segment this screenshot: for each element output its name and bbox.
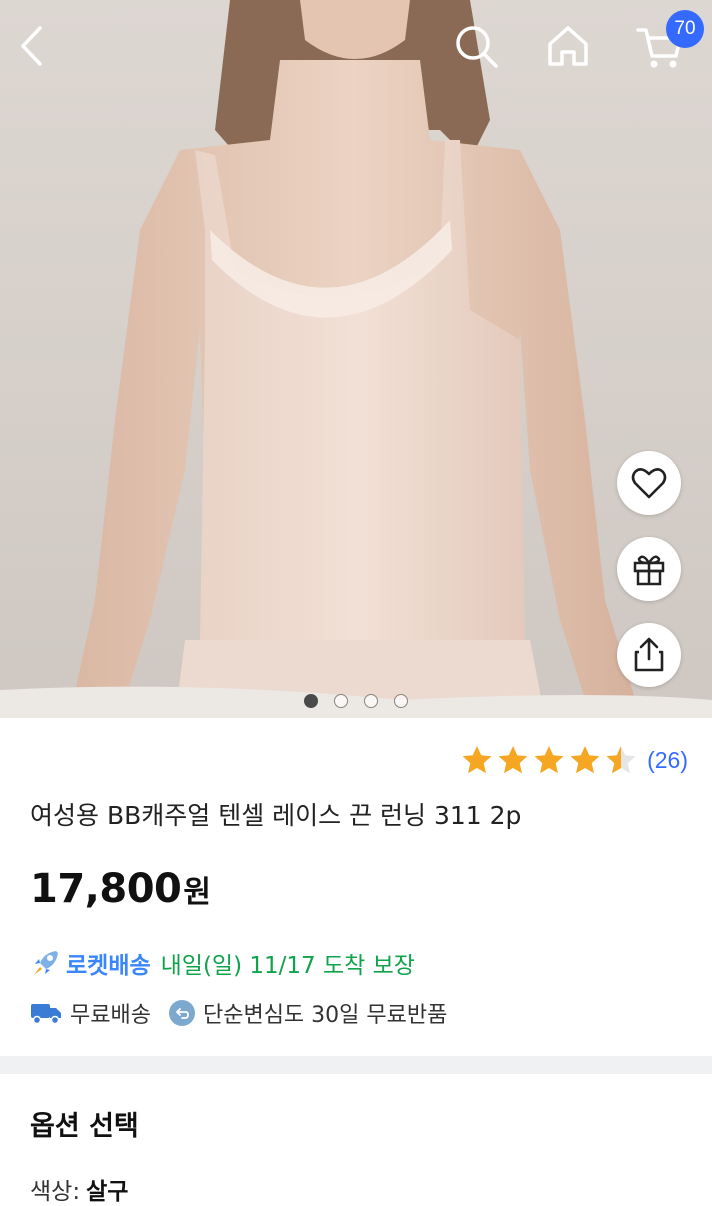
share-icon	[634, 637, 664, 672]
carousel-dot[interactable]	[334, 694, 348, 708]
rocket-delivery-label: 로켓배송	[66, 953, 151, 979]
section-divider	[0, 1056, 712, 1074]
rocket-icon	[34, 951, 58, 975]
option-section: 옵션 선택 색상: 살구	[0, 1074, 712, 1205]
star-full-icon	[570, 746, 600, 774]
truck-icon	[31, 1004, 61, 1025]
gift-button[interactable]	[617, 537, 681, 601]
delivery-eta: 내일(일) 11/17 도착 보장	[160, 953, 415, 979]
product-photo	[0, 0, 712, 718]
rating-summary[interactable]: (26)	[461, 744, 688, 776]
color-option-value: 살구	[86, 1179, 129, 1205]
back-icon[interactable]	[6, 18, 62, 74]
price-unit: 원	[183, 875, 211, 910]
carousel-dot[interactable]	[394, 694, 408, 708]
color-option[interactable]: 색상: 살구	[30, 1172, 128, 1206]
share-button[interactable]	[617, 623, 681, 687]
carousel-indicator	[0, 694, 712, 710]
product-info: (26) 여성용 BB캐주얼 텐셀 레이스 끈 런닝 311 2p 17,800…	[0, 718, 712, 1056]
option-heading: 옵션 선택	[30, 1111, 139, 1142]
star-rating	[461, 744, 637, 776]
free-shipping-label: 무료배송	[70, 1003, 151, 1028]
carousel-dot[interactable]	[304, 694, 318, 708]
product-image-carousel[interactable]: 70	[0, 0, 712, 718]
rocket-delivery-info: 로켓배송 내일(일) 11/17 도착 보장	[30, 946, 415, 980]
product-price: 17,800원	[30, 866, 211, 912]
color-option-label: 색상:	[30, 1179, 81, 1205]
search-icon[interactable]	[448, 18, 504, 74]
price-value: 17,800	[30, 866, 182, 912]
free-return-label: 단순변심도 30일 무료반품	[202, 1003, 448, 1028]
heart-icon	[631, 468, 667, 499]
shipping-return-info: 무료배송 단순변심도 30일 무료반품	[30, 997, 447, 1029]
wishlist-button[interactable]	[617, 451, 681, 515]
star-half-icon	[606, 746, 636, 774]
star-full-icon	[498, 746, 528, 774]
star-full-icon	[534, 746, 564, 774]
star-full-icon	[462, 746, 492, 774]
product-title: 여성용 BB캐주얼 텐셀 레이스 끈 런닝 311 2p	[30, 801, 522, 830]
carousel-dot[interactable]	[364, 694, 378, 708]
return-icon	[168, 1000, 195, 1026]
cart-count-badge: 70	[666, 10, 704, 48]
top-nav-bar: 70	[0, 0, 712, 95]
review-count[interactable]: (26)	[647, 747, 688, 774]
gift-icon	[633, 555, 665, 586]
home-icon[interactable]	[540, 18, 596, 74]
